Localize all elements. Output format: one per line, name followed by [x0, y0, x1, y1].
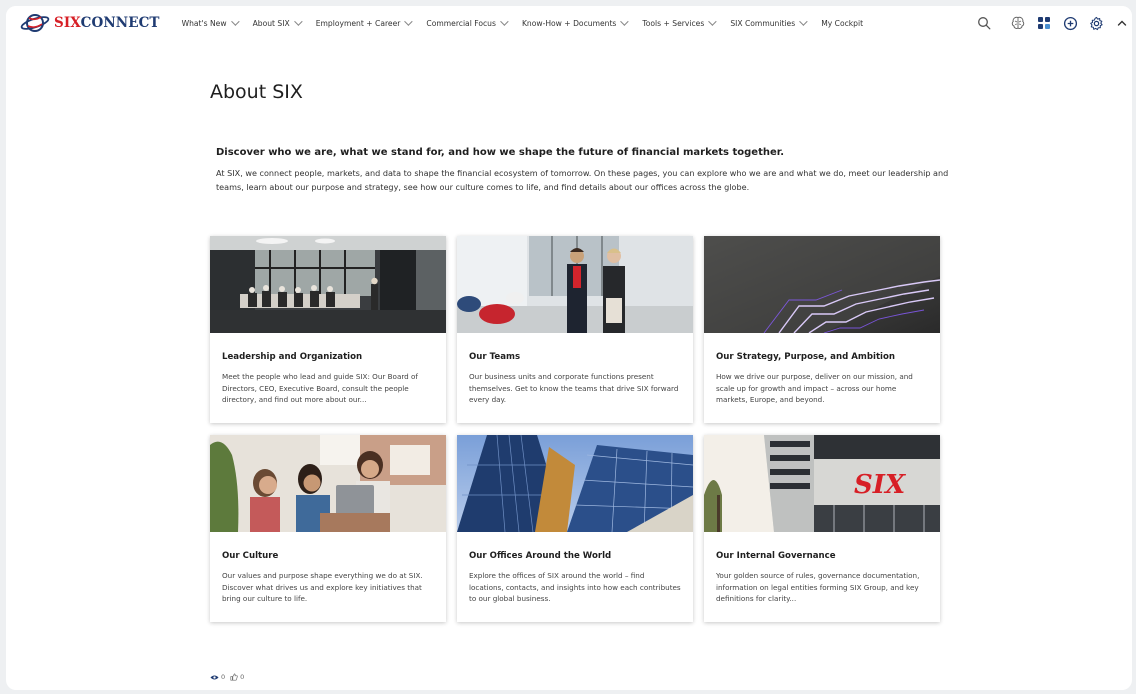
search-button[interactable]	[976, 15, 992, 31]
card-description: Meet the people who lead and guide SIX: …	[222, 372, 418, 404]
card-image-team-members	[457, 236, 693, 333]
card-description: Your golden source of rules, governance …	[716, 571, 920, 603]
card-leadership-and-organization[interactable]: Leadership and Organization Meet the peo…	[210, 236, 446, 423]
main-menu: What's New About SIX Employment + Career…	[181, 17, 880, 28]
nav-item-six-communities[interactable]: SIX Communities	[730, 17, 808, 28]
views-count: 0	[221, 673, 226, 681]
search-icon	[978, 17, 991, 30]
page-title: About SIX	[210, 81, 303, 103]
settings-button[interactable]	[1088, 15, 1104, 31]
nav-item-label: Tools + Services	[642, 18, 705, 28]
nav-item-tools-services[interactable]: Tools + Services	[642, 17, 717, 28]
card-image-meeting-room	[210, 236, 446, 333]
like-button[interactable]: 0	[230, 673, 244, 681]
nav-item-label: My Cockpit	[821, 18, 864, 28]
nav-item-label: Know-How + Documents	[521, 18, 617, 28]
chevron-up-icon	[1117, 20, 1127, 26]
create-button[interactable]	[1062, 15, 1078, 31]
chevron-down-icon	[799, 17, 808, 26]
svg-text:SIX: SIX	[854, 470, 907, 500]
views-counter: 0	[210, 673, 225, 681]
nav-item-label: Employment + Career	[315, 18, 401, 28]
logo-six-text: SIX	[54, 15, 81, 31]
chevron-down-icon	[293, 17, 303, 26]
nav-item-know-how-documents[interactable]: Know-How + Documents	[521, 17, 630, 28]
nav-item-my-cockpit[interactable]: My Cockpit	[821, 19, 863, 28]
card-image-six-headquarters: SIX	[704, 435, 940, 532]
nav-item-label: Commercial Focus	[426, 18, 496, 28]
apps-grid-icon	[1038, 17, 1050, 29]
card-our-teams[interactable]: Our Teams Our business units and corpora…	[457, 236, 693, 423]
chevron-down-icon	[404, 17, 414, 26]
collapse-header-button[interactable]	[1114, 15, 1130, 31]
card-title: Our Strategy, Purpose, and Ambition	[716, 352, 896, 362]
card-description: Explore the offices of SIX around the wo…	[469, 571, 681, 603]
nav-item-commercial-focus[interactable]: Commercial Focus	[426, 17, 509, 28]
card-title: Our Culture	[222, 551, 279, 561]
nav-item-label: What's New	[181, 18, 227, 28]
chevron-down-icon	[620, 17, 630, 26]
header-tools	[966, 6, 1132, 40]
top-navigation-bar: SIXCONNECT What's New About SIX Employme…	[6, 6, 1132, 40]
card-image-neon-steps	[704, 236, 940, 333]
card-description: Our business units and corporate functio…	[469, 372, 679, 404]
thumbs-up-icon	[230, 673, 238, 681]
sixconnect-logo[interactable]: SIXCONNECT	[20, 12, 160, 34]
card-our-culture[interactable]: Our Culture Our values and purpose shape…	[210, 435, 446, 622]
card-description: Our values and purpose shape everything …	[222, 571, 423, 603]
card-image-glass-office-building	[457, 435, 693, 532]
nav-item-label: About SIX	[252, 18, 290, 28]
intro-heading: Discover who we are, what we stand for, …	[216, 147, 785, 158]
brain-icon	[1011, 16, 1025, 29]
card-title: Our Offices Around the World	[469, 551, 612, 561]
logo-connect-text: CONNECT	[80, 15, 160, 31]
nav-item-label: SIX Communities	[730, 18, 796, 28]
chevron-down-icon	[500, 17, 509, 26]
card-title: Our Internal Governance	[716, 551, 836, 561]
card-description: How we drive our purpose, deliver on our…	[716, 372, 913, 404]
nav-item-employment-career[interactable]: Employment + Career	[315, 17, 414, 28]
card-our-internal-governance[interactable]: SIX Our Internal Governance Your golden …	[704, 435, 940, 622]
chevron-down-icon	[708, 17, 717, 26]
card-image-colleagues-laptop	[210, 435, 446, 532]
nav-item-whats-new[interactable]: What's New	[181, 17, 240, 28]
add-circle-icon	[1063, 16, 1077, 30]
card-our-strategy-purpose-and-ambition[interactable]: Our Strategy, Purpose, and Ambition How …	[704, 236, 940, 423]
eye-icon	[210, 674, 219, 680]
page-reactions: 0 0	[210, 673, 249, 681]
chevron-down-icon	[230, 17, 240, 26]
ai-assistant-button[interactable]	[1010, 15, 1026, 31]
apps-button[interactable]	[1036, 15, 1052, 31]
card-title: Leadership and Organization	[222, 352, 363, 362]
page-frame: SIXCONNECT What's New About SIX Employme…	[6, 6, 1132, 690]
card-our-offices-around-the-world[interactable]: Our Offices Around the World Explore the…	[457, 435, 693, 622]
card-title: Our Teams	[469, 352, 521, 362]
globe-logo-icon	[20, 14, 50, 32]
logo-wordmark: SIXCONNECT	[54, 15, 160, 31]
likes-count: 0	[240, 673, 245, 681]
gear-icon	[1089, 16, 1103, 30]
nav-item-about-six[interactable]: About SIX	[252, 17, 303, 28]
intro-text: At SIX, we connect people, markets, and …	[216, 168, 949, 192]
